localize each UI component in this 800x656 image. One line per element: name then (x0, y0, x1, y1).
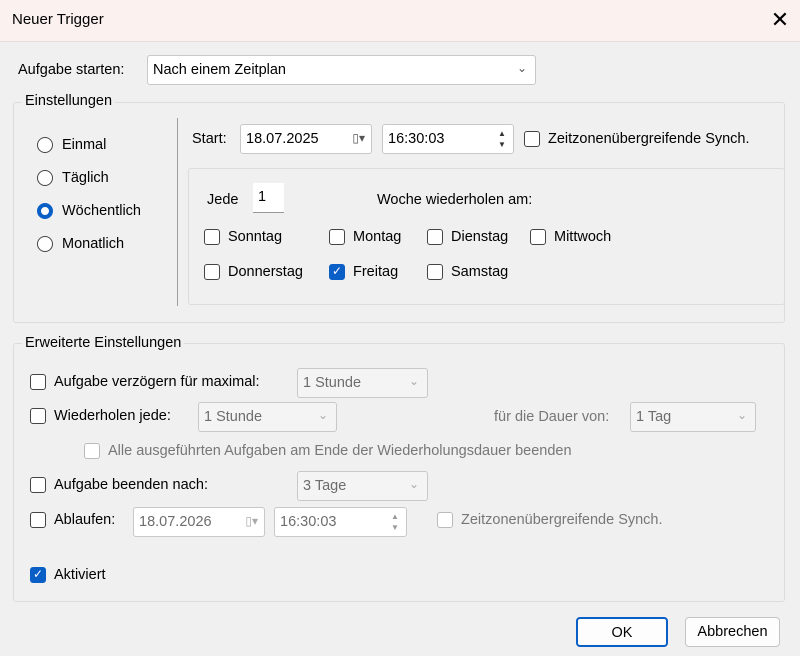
start-date-picker[interactable]: 18.07.2025 ▯▾ (240, 124, 372, 154)
calendar-icon[interactable]: ▯▾ (245, 514, 258, 528)
expire-date-value: 18.07.2026 (139, 514, 212, 530)
radio-daily-label: Täglich (62, 170, 109, 186)
expire-label: Ablaufen: (54, 512, 116, 528)
start-date-value: 18.07.2025 (246, 131, 319, 147)
expire-sync-checkbox[interactable] (437, 512, 453, 528)
close-icon[interactable]: ✕ (768, 6, 792, 34)
settings-label: Einstellungen (22, 92, 116, 110)
day-thursday-checkbox[interactable] (204, 264, 220, 280)
day-monday-label: Montag (353, 229, 402, 245)
duration-value: 1 Tag (636, 409, 672, 425)
radio-once[interactable] (37, 137, 53, 153)
cancel-button[interactable]: Abbrechen (685, 617, 780, 647)
delay-checkbox[interactable] (30, 374, 46, 390)
ok-button[interactable]: OK (576, 617, 668, 647)
repeat-label: Wiederholen jede: (54, 408, 171, 424)
start-task-label: Aufgabe starten: (18, 62, 125, 78)
chevron-down-icon: ⌄ (408, 374, 419, 388)
window-title: Neuer Trigger (12, 11, 104, 28)
sync-timezone-checkbox[interactable] (524, 131, 540, 147)
day-friday-label: Freitag (353, 264, 399, 280)
radio-once-label: Einmal (62, 137, 107, 153)
stop-all-checkbox[interactable] (84, 443, 100, 459)
advanced-label: Erweiterte Einstellungen (22, 334, 185, 352)
start-task-value: Nach einem Zeitplan (153, 62, 286, 78)
day-thursday-label: Donnerstag (228, 264, 303, 280)
stop-after-value: 3 Tage (303, 478, 347, 494)
delay-select[interactable]: 1 Stunde ⌄ (297, 368, 428, 398)
expire-time-input[interactable]: 16:30:03 ▲ ▼ (274, 507, 407, 537)
stop-all-label: Alle ausgeführten Aufgaben am Ende der W… (108, 443, 572, 459)
stop-after-checkbox[interactable] (30, 477, 46, 493)
chevron-down-icon: ⌄ (736, 408, 747, 422)
every-weeks-value: 1 (258, 189, 267, 205)
day-friday-checkbox[interactable]: ✓ (329, 264, 345, 280)
radio-weekly-label: Wöchentlich (62, 203, 141, 219)
expire-date-picker[interactable]: 18.07.2026 ▯▾ (133, 507, 265, 537)
day-wednesday-label: Mittwoch (554, 229, 612, 245)
expire-checkbox[interactable] (30, 512, 46, 528)
enabled-label: Aktiviert (54, 567, 106, 583)
duration-select[interactable]: 1 Tag ⌄ (630, 402, 756, 432)
chevron-down-icon: ⌄ (516, 61, 527, 75)
chevron-down-icon: ⌄ (317, 408, 328, 422)
radio-weekly[interactable] (37, 203, 53, 219)
chevron-down-icon: ⌄ (408, 477, 419, 491)
day-tuesday-checkbox[interactable] (427, 229, 443, 245)
day-sunday-checkbox[interactable] (204, 229, 220, 245)
start-task-select[interactable]: Nach einem Zeitplan ⌄ (147, 55, 536, 85)
radio-daily[interactable] (37, 170, 53, 186)
radio-monthly[interactable] (37, 236, 53, 252)
sync-timezone-label: Zeitzonenübergreifende Synch. (548, 131, 750, 147)
day-wednesday-checkbox[interactable] (530, 229, 546, 245)
calendar-icon[interactable]: ▯▾ (352, 131, 365, 145)
every-label: Jede (207, 192, 239, 208)
enabled-checkbox[interactable]: ✓ (30, 567, 46, 583)
divider (177, 118, 178, 306)
repeat-select[interactable]: 1 Stunde ⌄ (198, 402, 337, 432)
delay-label: Aufgabe verzögern für maximal: (54, 374, 260, 390)
repeat-checkbox[interactable] (30, 408, 46, 424)
title-bar (0, 0, 800, 42)
duration-label: für die Dauer von: (494, 409, 610, 425)
spinner-icon[interactable]: ▲ ▼ (494, 128, 510, 150)
every-weeks-input[interactable]: 1 (253, 183, 284, 213)
stop-after-label: Aufgabe beenden nach: (54, 477, 208, 493)
day-saturday-label: Samstag (451, 264, 509, 280)
day-tuesday-label: Dienstag (451, 229, 509, 245)
repeat-on-label: Woche wiederholen am: (377, 192, 533, 208)
start-label: Start: (192, 131, 227, 147)
expire-time-value: 16:30:03 (280, 514, 337, 530)
day-monday-checkbox[interactable] (329, 229, 345, 245)
start-time-value: 16:30:03 (388, 131, 445, 147)
radio-monthly-label: Monatlich (62, 236, 125, 252)
repeat-value: 1 Stunde (204, 409, 263, 425)
delay-value: 1 Stunde (303, 375, 362, 391)
day-saturday-checkbox[interactable] (427, 264, 443, 280)
start-time-input[interactable]: 16:30:03 ▲ ▼ (382, 124, 514, 154)
stop-after-select[interactable]: 3 Tage ⌄ (297, 471, 428, 501)
day-sunday-label: Sonntag (228, 229, 283, 245)
spinner-icon[interactable]: ▲ ▼ (387, 511, 403, 533)
expire-sync-label: Zeitzonenübergreifende Synch. (461, 512, 663, 528)
